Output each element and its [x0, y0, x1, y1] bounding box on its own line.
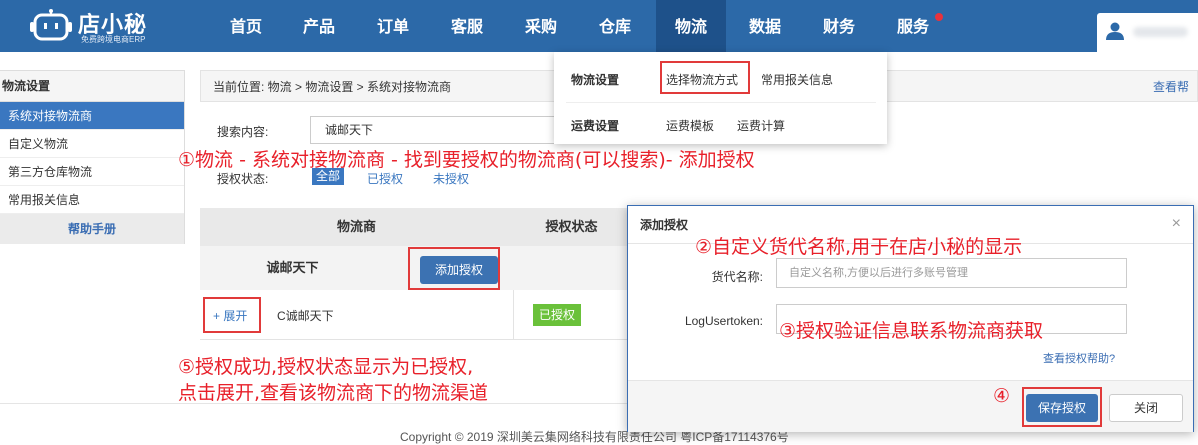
- carrier-group-row: 诚邮天下 添加授权: [200, 246, 630, 290]
- annotation-step-4: ④: [993, 385, 1011, 407]
- nav-finance[interactable]: 财务: [810, 0, 868, 52]
- user-menu[interactable]: [1097, 13, 1198, 52]
- sidebar: 物流设置 系统对接物流商 自定义物流 第三方仓库物流 常用报关信息 帮助手册: [0, 70, 185, 244]
- robot-logo-icon: [30, 9, 72, 41]
- filter-authorized[interactable]: 已授权: [367, 170, 403, 187]
- annotation-step-2: ②自定义货代名称,用于在店小秘的显示: [695, 236, 1023, 258]
- logo[interactable]: 店小秘 免费跨境电商ERP: [30, 7, 180, 45]
- filter-unauthorized[interactable]: 未授权: [433, 170, 469, 187]
- nav-purchasing[interactable]: 采购: [512, 0, 570, 52]
- logo-subtitle: 免费跨境电商ERP: [81, 35, 146, 44]
- divider: [513, 290, 514, 340]
- column-header-auth-status: 授权状态: [513, 208, 630, 246]
- annotation-step-5-line-1: ⑤授权成功,授权状态显示为已授权,: [178, 356, 474, 378]
- close-icon[interactable]: ×: [1172, 215, 1181, 233]
- forwarder-name-input[interactable]: 自定义名称,方便以后进行多账号管理: [776, 258, 1127, 288]
- forwarder-name-label: 货代名称:: [711, 270, 763, 284]
- nav-orders[interactable]: 订单: [364, 0, 422, 52]
- menu-item-freight-template[interactable]: 运费模板: [666, 117, 714, 134]
- nav-home[interactable]: 首页: [217, 0, 275, 52]
- dropdown-section-logistics-settings: 物流设置: [571, 73, 620, 87]
- annotation-step-1: ①物流 - 系统对接物流商 - 找到要授权的物流商(可以搜索)- 添加授权: [178, 149, 755, 171]
- sidebar-item-custom-logistics[interactable]: 自定义物流: [0, 130, 184, 158]
- search-input[interactable]: 诚邮天下: [310, 116, 570, 144]
- menu-item-freight-calculator[interactable]: 运费计算: [737, 117, 785, 134]
- table-row: + 展开 C诚邮天下 已授权: [200, 290, 630, 340]
- view-help-link[interactable]: 查看帮: [1153, 71, 1189, 103]
- auth-help-link[interactable]: 查看授权帮助?: [1043, 350, 1115, 366]
- highlight-box: [203, 297, 261, 333]
- sidebar-item-third-party-warehouse[interactable]: 第三方仓库物流: [0, 158, 184, 186]
- search-label: 搜索内容:: [217, 125, 269, 139]
- nav-data[interactable]: 数据: [736, 0, 794, 52]
- annotation-step-3: ③授权验证信息联系物流商获取: [779, 320, 1044, 342]
- username-blurred: [1133, 27, 1188, 37]
- sidebar-title: 物流设置: [0, 71, 184, 102]
- user-icon: [1106, 22, 1124, 40]
- nav-warehouse[interactable]: 仓库: [586, 0, 644, 52]
- close-button[interactable]: 关闭: [1109, 394, 1183, 422]
- notification-dot: [935, 13, 943, 21]
- nav-customer-service[interactable]: 客服: [438, 0, 496, 52]
- breadcrumb-text: 当前位置: 物流 > 物流设置 > 系统对接物流商: [213, 80, 452, 94]
- nav-logistics[interactable]: 物流: [656, 0, 726, 52]
- help-manual-link[interactable]: 帮助手册: [0, 214, 184, 244]
- nav-products[interactable]: 产品: [290, 0, 348, 52]
- highlight-box: [1022, 387, 1102, 427]
- modal-footer: 保存授权 关闭: [628, 380, 1193, 432]
- highlight-box: [408, 247, 500, 290]
- auth-status-label: 授权状态:: [217, 172, 269, 186]
- top-nav-bar: 店小秘 免费跨境电商ERP 首页 产品 订单 客服 采购 仓库 物流 数据 财务…: [0, 0, 1198, 52]
- sidebar-item-customs-info[interactable]: 常用报关信息: [0, 186, 184, 214]
- divider: [566, 102, 876, 103]
- menu-item-customs-info[interactable]: 常用报关信息: [761, 71, 833, 88]
- token-label: LogUsertoken:: [684, 314, 763, 328]
- nav-services[interactable]: 服务: [884, 0, 942, 52]
- sidebar-item-system-carriers[interactable]: 系统对接物流商: [0, 102, 184, 130]
- dropdown-section-freight-settings: 运费设置: [571, 119, 620, 133]
- carrier-name: C诚邮天下: [277, 309, 334, 323]
- carrier-group-name: 诚邮天下: [266, 260, 319, 275]
- column-header-carrier: 物流商: [200, 208, 513, 246]
- logistics-dropdown-menu: 物流设置 选择物流方式 常用报关信息 运费设置 运费模板 运费计算: [554, 52, 887, 144]
- annotation-step-5-line-2: 点击展开,查看该物流商下的物流渠道: [178, 382, 489, 404]
- highlight-box: [660, 61, 750, 94]
- status-badge: 已授权: [533, 304, 581, 326]
